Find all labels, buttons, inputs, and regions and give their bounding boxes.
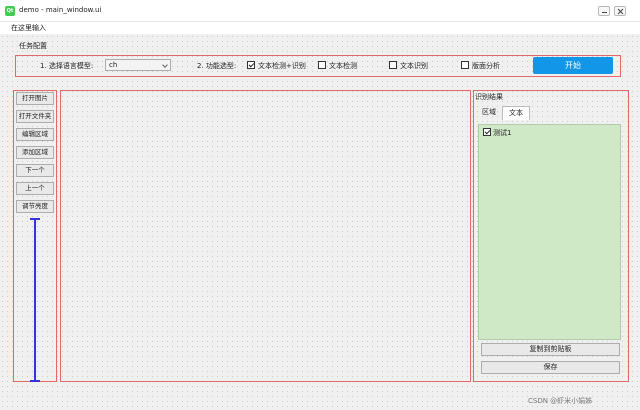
save-button[interactable]: 保存 [481, 361, 620, 374]
open-folder-button[interactable]: 打开文件夹 [16, 110, 54, 123]
open-image-button[interactable]: 打开图片 [16, 92, 54, 105]
model-label: 1. 选择语言模型: [40, 62, 94, 70]
results-title: 识别结果 [475, 93, 503, 101]
copy-to-clipboard-button[interactable]: 复制到剪贴板 [481, 343, 620, 356]
image-canvas[interactable] [60, 90, 471, 382]
edit-region-button[interactable]: 编辑区域 [16, 128, 54, 141]
qt-logo-icon: Qt [5, 6, 15, 16]
window-title: demo - main_window.ui [19, 6, 102, 14]
feature-label: 2. 功能选型: [197, 62, 237, 70]
menu-bar: 在这里输入 [0, 22, 640, 34]
checkbox-detect-recognize[interactable] [247, 61, 255, 69]
slider-handle-bottom[interactable] [30, 380, 40, 382]
watermark: CSDN @虾米小娟姊 [528, 397, 593, 405]
language-model-select[interactable]: ch [105, 59, 171, 71]
next-button[interactable]: 下一个 [16, 164, 54, 177]
option-label: 文本检测+识别 [258, 62, 306, 70]
result-item-label: 测试1 [493, 129, 512, 137]
option-label: 版面分析 [472, 62, 500, 70]
tab-region[interactable]: 区域 [478, 106, 500, 120]
brightness-button[interactable]: 调节亮度 [16, 200, 54, 213]
menu-placeholder[interactable]: 在这里输入 [11, 23, 46, 33]
option-label: 文本检测 [329, 62, 357, 70]
language-model-value: ch [109, 61, 118, 69]
title-bar: Qt demo - main_window.ui [0, 0, 640, 22]
results-text-area[interactable] [478, 124, 621, 340]
previous-button[interactable]: 上一个 [16, 182, 54, 195]
tab-text[interactable]: 文本 [502, 106, 530, 120]
chevron-down-icon [162, 62, 168, 68]
task-config-label: 任务配置 [19, 42, 47, 50]
close-icon[interactable] [614, 6, 626, 16]
brightness-slider[interactable] [34, 218, 36, 382]
add-region-button[interactable]: 添加区域 [16, 146, 54, 159]
start-button[interactable]: 开始 [533, 57, 613, 74]
minimize-icon[interactable] [598, 6, 610, 16]
checkbox-recognize[interactable] [389, 61, 397, 69]
checkbox-detect[interactable] [318, 61, 326, 69]
option-label: 文本识别 [400, 62, 428, 70]
checkbox-layout-analysis[interactable] [461, 61, 469, 69]
result-item-checkbox[interactable] [483, 128, 491, 136]
